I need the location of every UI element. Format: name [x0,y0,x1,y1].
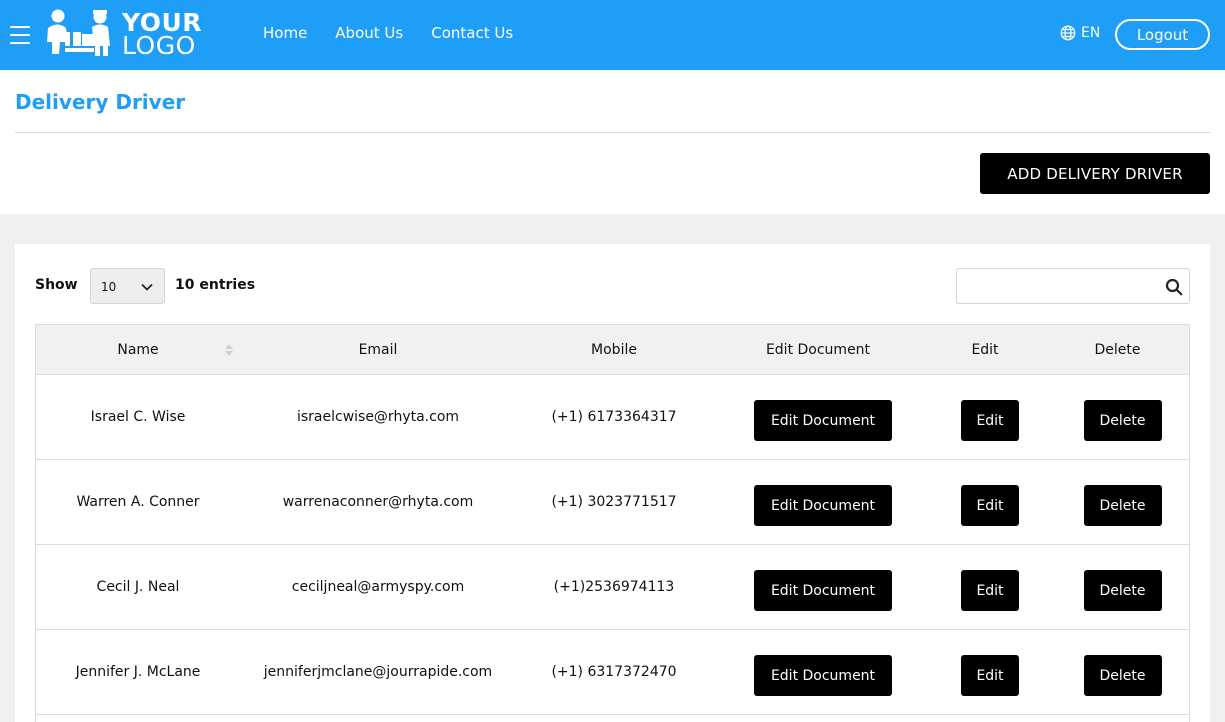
edit-button[interactable]: Edit [961,655,1019,696]
driver-mobile: (+1) 3023771517 [551,494,677,510]
show-label: Show [35,277,78,293]
title-divider [15,132,1210,133]
drivers-table-card: Show 10 10 entries Name Email Mobile Edi… [15,244,1210,722]
nav-about-us[interactable]: About Us [335,24,403,42]
nav-contact-us[interactable]: Contact Us [431,24,513,42]
edit-document-button[interactable]: Edit Document [754,485,892,526]
page-header-section: Delivery Driver ADD DELIVERY DRIVER [0,70,1225,214]
language-label: EN [1081,25,1101,41]
logout-button[interactable]: Logout [1115,19,1210,50]
driver-name: Cecil J. Neal [96,579,180,595]
delete-button[interactable]: Delete [1083,485,1162,526]
search-icon[interactable] [1165,278,1183,296]
driver-email: warrenaconner@rhyta.com [282,494,474,510]
edit-button[interactable]: Edit [961,485,1019,526]
driver-mobile: (+1) 6317372470 [551,664,677,680]
column-header-delete: Delete [1094,341,1141,358]
column-header-mobile: Mobile [591,341,637,358]
hamburger-icon[interactable] [10,26,30,44]
search-input[interactable] [963,275,1153,297]
driver-name: Jennifer J. McLane [75,664,201,680]
edit-button[interactable]: Edit [961,570,1019,611]
table-header: Name Email Mobile Edit Document Edit Del… [35,324,1190,375]
driver-name: Israel C. Wise [90,409,186,425]
page-length-value: 10 [101,280,117,294]
edit-button[interactable]: Edit [961,400,1019,441]
column-header-name[interactable]: Name [36,325,240,374]
driver-email: jenniferjmclane@jourrapide.com [263,664,493,680]
drivers-table: Name Email Mobile Edit Document Edit Del… [35,324,1190,722]
driver-email: ceciljneal@armyspy.com [291,579,465,595]
table-row: Israel C. Wise israelcwise@rhyta.com (+1… [35,375,1190,460]
page-title: Delivery Driver [15,90,186,114]
main-nav: Home About Us Contact Us [263,24,513,42]
delete-button[interactable]: Delete [1083,570,1162,611]
page-length-select[interactable]: 10 [90,268,165,304]
driver-email: israelcwise@rhyta.com [296,409,460,425]
edit-document-button[interactable]: Edit Document [754,655,892,696]
driver-name: Warren A. Conner [76,494,200,510]
delivery-logo-icon [47,9,110,56]
search-box [956,268,1190,304]
table-row: Cecil J. Neal ceciljneal@armyspy.com (+1… [35,545,1190,630]
column-header-edit: Edit [971,341,999,358]
driver-mobile: (+1) 6173364317 [551,409,677,425]
logo[interactable]: YOUR LOGO [44,8,202,60]
sort-icon[interactable] [224,342,234,358]
entries-label: 10 entries [175,277,256,293]
logo-text-line2: LOGO [122,31,196,60]
table-row-partial [35,715,1190,722]
driver-mobile: (+1)2536974113 [553,579,675,595]
chevron-down-icon [141,283,153,291]
nav-home[interactable]: Home [263,24,307,42]
top-navbar: YOUR LOGO Home About Us Contact Us EN Lo… [0,0,1225,70]
table-row: Warren A. Conner warrenaconner@rhyta.com… [35,460,1190,545]
edit-document-button[interactable]: Edit Document [754,400,892,441]
add-delivery-driver-button[interactable]: ADD DELIVERY DRIVER [980,153,1210,194]
edit-document-button[interactable]: Edit Document [754,570,892,611]
globe-icon [1060,25,1076,41]
delete-button[interactable]: Delete [1083,655,1162,696]
column-header-edit-document: Edit Document [765,341,871,358]
delete-button[interactable]: Delete [1083,400,1162,441]
table-row: Jennifer J. McLane jenniferjmclane@jourr… [35,630,1190,715]
language-selector[interactable]: EN [1060,25,1100,41]
column-header-email: Email [358,341,398,358]
